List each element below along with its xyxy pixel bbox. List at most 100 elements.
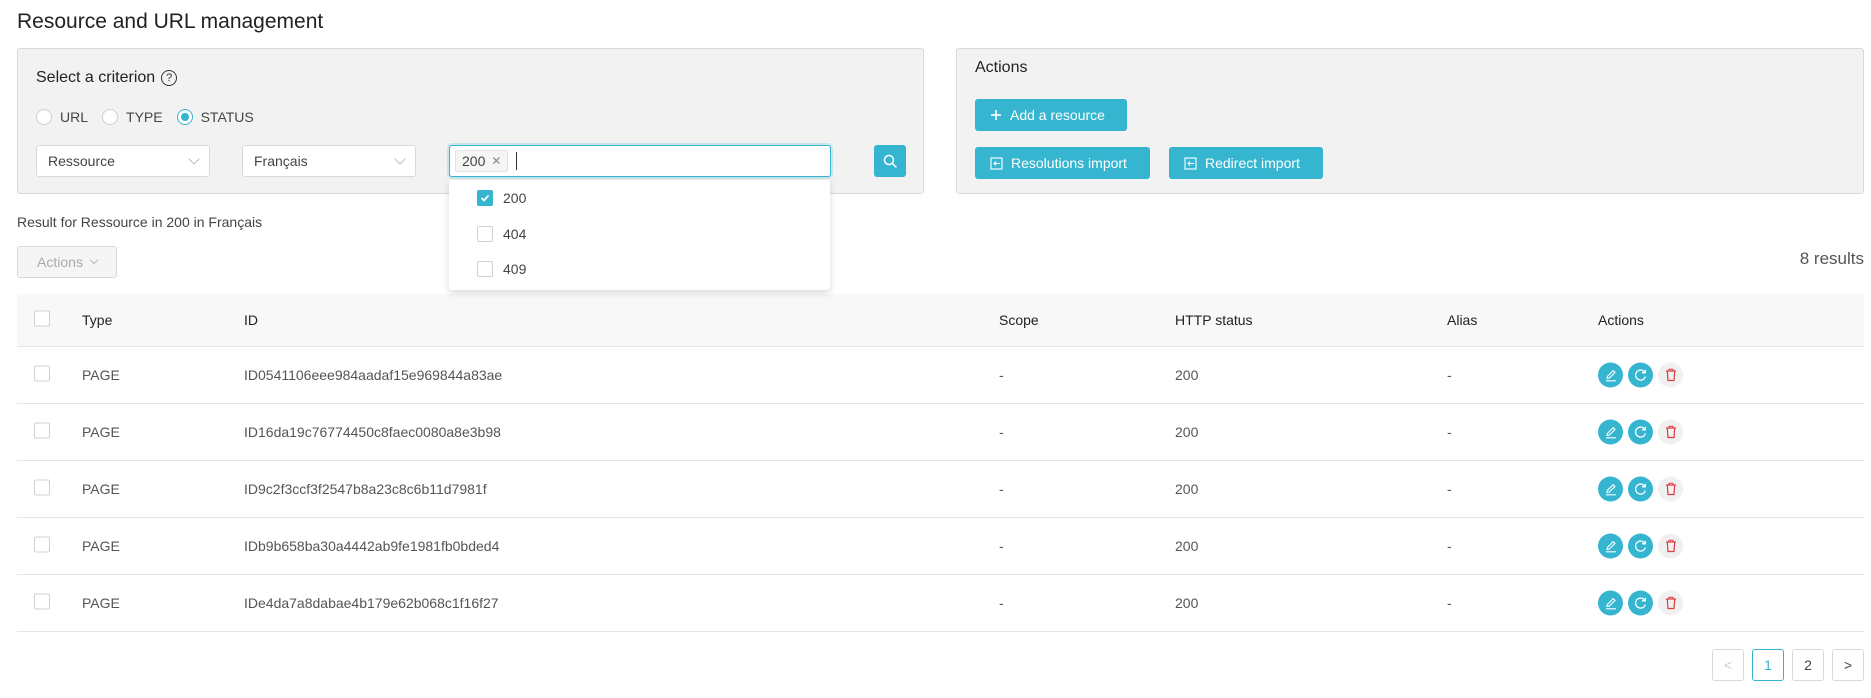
- checkbox-checked[interactable]: [477, 190, 493, 206]
- refresh-button[interactable]: [1628, 419, 1653, 445]
- edit-button[interactable]: [1598, 419, 1623, 445]
- row-checkbox[interactable]: [34, 479, 50, 499]
- status-option-200[interactable]: 200: [477, 190, 526, 206]
- cell-id: ID0541106eee984aadaf15e969844a83ae: [244, 367, 503, 383]
- cell-id: IDb9b658ba30a4442ab9fe1981fb0bded4: [244, 538, 500, 554]
- prev-page-button[interactable]: <: [1712, 649, 1744, 681]
- status-multiselect[interactable]: 200 ✕: [449, 145, 831, 177]
- page-1-button[interactable]: 1: [1752, 649, 1784, 681]
- edit-icon: [1605, 369, 1616, 381]
- chevron-down-icon: [89, 255, 99, 265]
- option-label: 200: [503, 190, 527, 206]
- search-button[interactable]: [874, 145, 906, 177]
- status-option-404[interactable]: 404: [477, 226, 526, 242]
- add-resource-button[interactable]: Add a resource: [975, 99, 1127, 131]
- row-checkbox[interactable]: [34, 536, 50, 556]
- row-actions: [1598, 533, 1683, 559]
- page-title: Resource and URL management: [17, 10, 324, 33]
- next-page-button[interactable]: >: [1832, 649, 1864, 681]
- delete-button[interactable]: [1658, 476, 1683, 502]
- cell-alias: -: [1447, 424, 1452, 440]
- close-icon[interactable]: ✕: [491, 154, 501, 168]
- cell-type: PAGE: [82, 595, 120, 611]
- cell-type: PAGE: [82, 367, 120, 383]
- criteria-title-text: Select a criterion: [36, 69, 156, 86]
- refresh-icon: [1634, 540, 1647, 552]
- radio-circle[interactable]: [36, 109, 52, 125]
- refresh-button[interactable]: [1628, 476, 1653, 502]
- add-resource-label: Add a resource: [1010, 107, 1105, 123]
- select-all-checkbox[interactable]: [34, 310, 50, 330]
- trash-icon: [1665, 539, 1676, 553]
- column-header-scope[interactable]: Scope: [999, 312, 1039, 328]
- checkbox[interactable]: [34, 310, 50, 327]
- cell-http-status: 200: [1175, 538, 1199, 554]
- question-circle-icon[interactable]: ?: [161, 70, 178, 86]
- search-icon: [883, 154, 897, 168]
- checkbox[interactable]: [34, 422, 50, 439]
- checkbox[interactable]: [477, 261, 493, 277]
- resource-select[interactable]: Ressource: [36, 145, 210, 177]
- edit-button[interactable]: [1598, 362, 1623, 388]
- language-select-value: Français: [254, 153, 308, 169]
- actions-panel-title: Actions: [975, 59, 1028, 76]
- cell-http-status: 200: [1175, 481, 1199, 497]
- cell-http-status: 200: [1175, 367, 1199, 383]
- edit-button[interactable]: [1598, 590, 1623, 616]
- pagination: < 1 2 >: [1712, 649, 1864, 681]
- edit-button[interactable]: [1598, 533, 1623, 559]
- criterion-radio-group: URL TYPE STATUS: [36, 109, 254, 125]
- status-option-409[interactable]: 409: [477, 261, 526, 277]
- page-2-button[interactable]: 2: [1792, 649, 1824, 681]
- edit-button[interactable]: [1598, 476, 1623, 502]
- resolutions-import-label: Resolutions import: [1011, 155, 1127, 171]
- column-header-http-status[interactable]: HTTP status: [1175, 312, 1253, 328]
- radio-type[interactable]: TYPE: [102, 109, 163, 125]
- checkbox[interactable]: [477, 226, 493, 242]
- status-dropdown: 200 404 409: [449, 180, 830, 290]
- language-select[interactable]: Français: [242, 145, 416, 177]
- resource-select-value: Ressource: [48, 153, 115, 169]
- table-row: PAGE IDe4da7a8dabae4b179e62b068c1f16f27 …: [17, 575, 1864, 632]
- refresh-button[interactable]: [1628, 362, 1653, 388]
- result-summary: Result for Ressource in 200 in Français: [17, 214, 263, 230]
- row-checkbox[interactable]: [34, 593, 50, 613]
- row-checkbox[interactable]: [34, 422, 50, 442]
- trash-icon: [1665, 425, 1676, 439]
- status-tag-label: 200: [462, 153, 486, 169]
- delete-button[interactable]: [1658, 533, 1683, 559]
- option-label: 409: [503, 261, 527, 277]
- refresh-button[interactable]: [1628, 590, 1653, 616]
- text-caret: [516, 152, 518, 170]
- cell-alias: -: [1447, 538, 1452, 554]
- checkbox[interactable]: [34, 365, 50, 382]
- bulk-actions-dropdown[interactable]: Actions: [17, 246, 117, 278]
- radio-circle[interactable]: [102, 109, 119, 125]
- delete-button[interactable]: [1658, 419, 1683, 445]
- delete-button[interactable]: [1658, 590, 1683, 616]
- cell-http-status: 200: [1175, 424, 1199, 440]
- radio-url[interactable]: URL: [36, 109, 88, 125]
- column-header-type[interactable]: Type: [82, 312, 112, 328]
- row-checkbox[interactable]: [34, 365, 50, 385]
- column-header-id[interactable]: ID: [244, 312, 258, 328]
- radio-circle-checked[interactable]: [176, 109, 193, 125]
- edit-icon: [1605, 426, 1616, 438]
- checkbox[interactable]: [34, 593, 50, 610]
- refresh-icon: [1634, 597, 1647, 609]
- cell-scope: -: [999, 481, 1004, 497]
- cell-id: ID9c2f3ccf3f2547b8a23c8c6b11d7981f: [244, 481, 487, 497]
- delete-button[interactable]: [1658, 362, 1683, 388]
- column-header-alias[interactable]: Alias: [1447, 312, 1477, 328]
- cell-alias: -: [1447, 481, 1452, 497]
- resolutions-import-button[interactable]: Resolutions import: [975, 147, 1150, 179]
- actions-panel: Actions Add a resource Resolutions impor…: [956, 48, 1864, 194]
- results-count: 8 results: [1799, 249, 1864, 268]
- trash-icon: [1665, 482, 1676, 496]
- redirect-import-button[interactable]: Redirect import: [1169, 147, 1323, 179]
- radio-status[interactable]: STATUS: [176, 109, 254, 125]
- checkbox[interactable]: [34, 536, 50, 553]
- refresh-button[interactable]: [1628, 533, 1653, 559]
- checkbox[interactable]: [34, 479, 50, 496]
- row-actions: [1598, 419, 1683, 445]
